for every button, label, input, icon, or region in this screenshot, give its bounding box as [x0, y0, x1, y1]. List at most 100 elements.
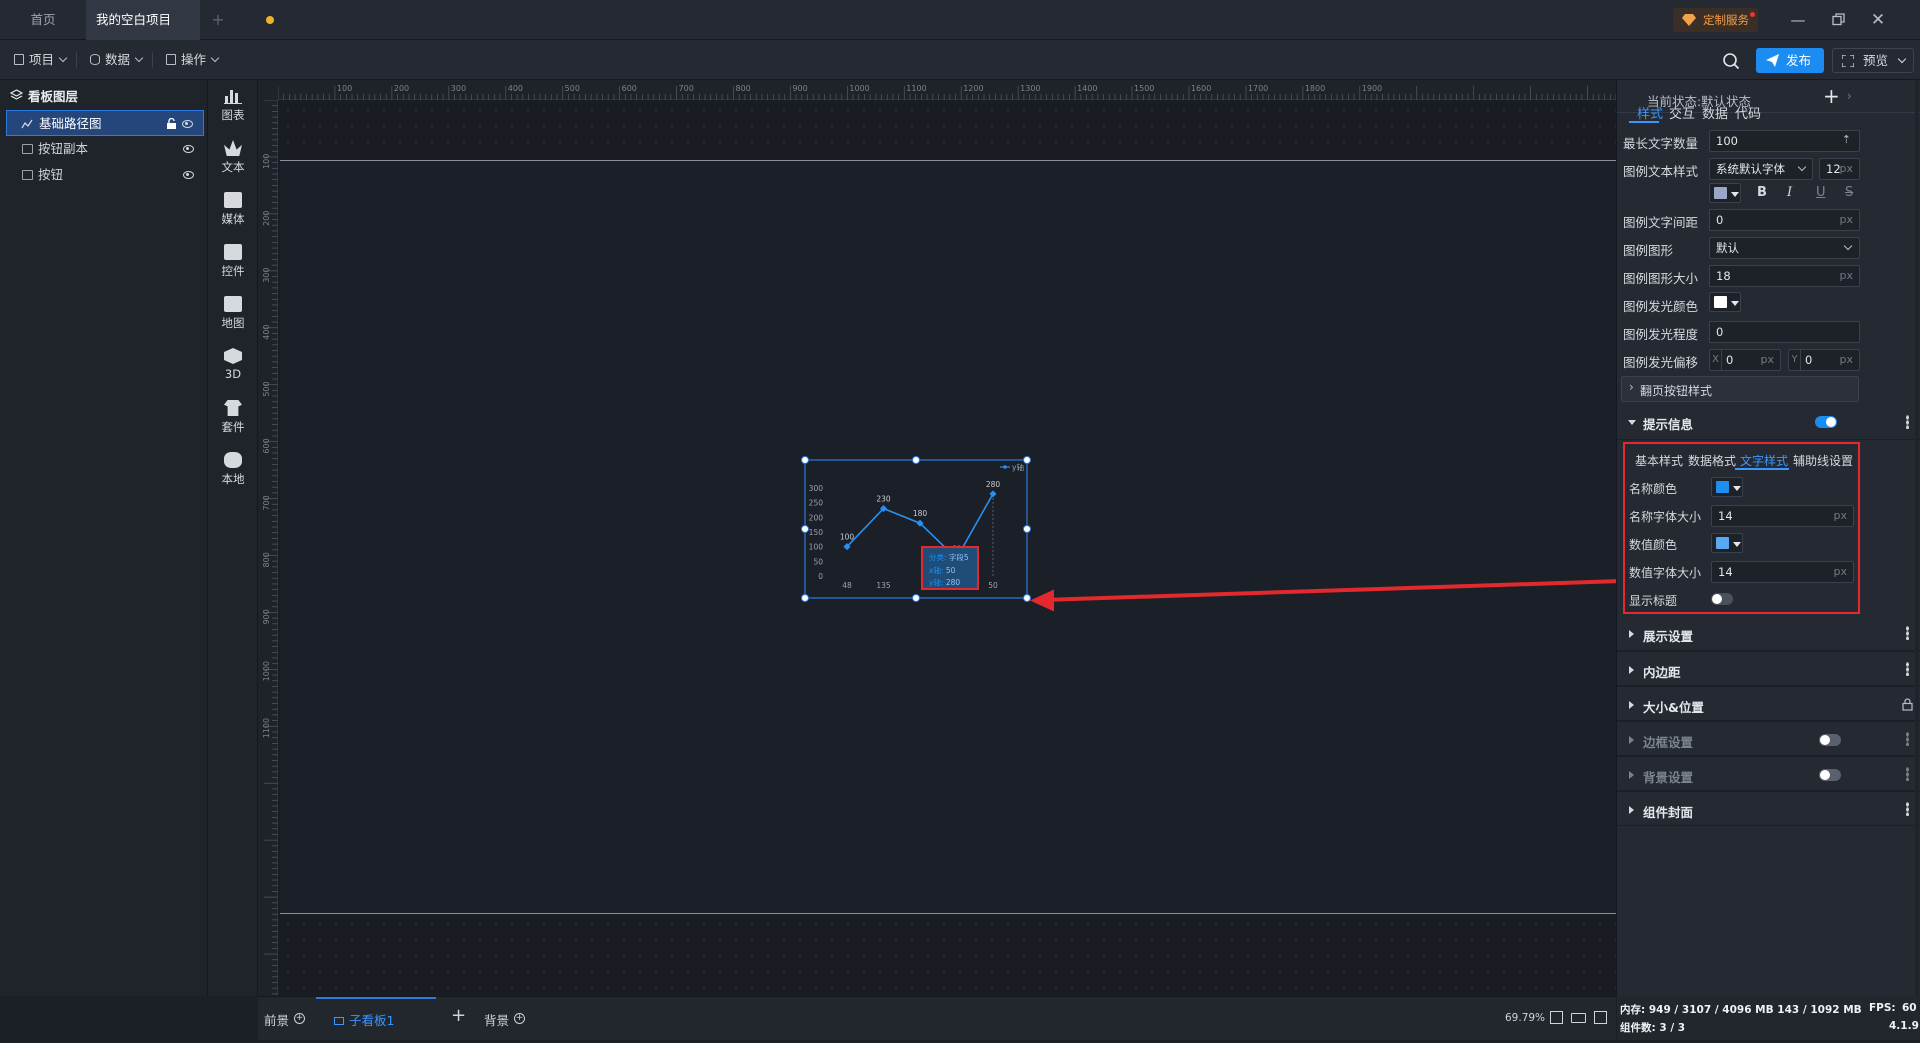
- layer-item-button[interactable]: 按钮: [6, 162, 204, 188]
- eye-icon[interactable]: [183, 171, 194, 179]
- chevron-down-icon[interactable]: [1897, 54, 1907, 64]
- more-icon[interactable]: [1906, 415, 1909, 429]
- tab-interaction[interactable]: 交互: [1669, 103, 1695, 122]
- scrollbar-track[interactable]: [1915, 80, 1919, 996]
- layer-item-line-chart[interactable]: 基础路径图: [6, 110, 204, 136]
- add-circle-icon[interactable]: +: [514, 1013, 526, 1024]
- preview-button[interactable]: 预览: [1832, 48, 1914, 73]
- chevron-right-icon[interactable]: ›: [1847, 89, 1852, 103]
- terminal-icon[interactable]: [1594, 1011, 1607, 1024]
- restore-button[interactable]: [1818, 0, 1858, 40]
- menu-operation[interactable]: 操作: [166, 49, 220, 71]
- add-tab-button[interactable]: +: [208, 0, 228, 40]
- section-background[interactable]: 背景设置: [1617, 756, 1920, 791]
- legend-spacing-input[interactable]: 0 px: [1709, 209, 1860, 231]
- value-color-picker[interactable]: [1711, 533, 1743, 553]
- legend-text-color-picker[interactable]: [1709, 183, 1741, 203]
- close-button[interactable]: ✕: [1858, 0, 1898, 40]
- resize-handle[interactable]: [912, 594, 920, 602]
- add-board-button[interactable]: +: [451, 1005, 466, 1026]
- canvas-area[interactable]: 100 200 300 400 500 600 700 800 900 1000 1100 1200 1…: [258, 80, 1616, 996]
- italic-button[interactable]: I: [1787, 185, 1792, 200]
- tooltip-section-header[interactable]: 提示信息: [1617, 404, 1920, 440]
- section-border[interactable]: 边框设置: [1617, 721, 1920, 756]
- tool-kit[interactable]: 套件: [208, 392, 258, 444]
- fit-screen-icon[interactable]: [1550, 1011, 1563, 1024]
- tab-project[interactable]: 我的空白项目: [86, 0, 274, 40]
- custom-service-button[interactable]: 定制服务: [1673, 8, 1758, 32]
- more-icon[interactable]: [1906, 662, 1909, 676]
- tab-sub-board[interactable]: 子看板1: [316, 997, 436, 1041]
- resize-handle[interactable]: [801, 525, 809, 533]
- eye-icon[interactable]: [183, 145, 194, 153]
- value-font-size-input[interactable]: 14 px: [1711, 561, 1854, 583]
- data-point[interactable]: [989, 490, 997, 498]
- tool-text[interactable]: 文本: [208, 132, 258, 184]
- publish-button[interactable]: 发布: [1756, 48, 1824, 73]
- name-font-size-input[interactable]: 14 px: [1711, 505, 1854, 527]
- bold-button[interactable]: B: [1757, 185, 1767, 200]
- unlock-icon[interactable]: [166, 118, 177, 130]
- strikethrough-button[interactable]: S: [1845, 185, 1853, 200]
- menu-project[interactable]: 项目: [14, 49, 68, 71]
- resize-handle[interactable]: [1023, 456, 1031, 464]
- legend-shape-select[interactable]: 默认: [1709, 237, 1860, 259]
- tab-code[interactable]: 代码: [1735, 103, 1761, 122]
- section-size-position[interactable]: 大小&位置: [1617, 686, 1920, 721]
- glow-offset-x-input[interactable]: X 0 px: [1709, 349, 1781, 371]
- paging-style-section[interactable]: › 翻页按钮样式: [1621, 376, 1859, 402]
- more-icon[interactable]: [1906, 626, 1909, 640]
- tool-map[interactable]: 地图: [208, 288, 258, 340]
- section-display[interactable]: 展示设置: [1617, 616, 1920, 651]
- subtab-text-style[interactable]: 文字样式: [1740, 452, 1788, 469]
- name-color-picker[interactable]: [1711, 477, 1743, 497]
- subtab-guideline[interactable]: 辅助线设置: [1793, 452, 1853, 469]
- keyboard-icon[interactable]: [1571, 1013, 1586, 1023]
- minimize-button[interactable]: —: [1778, 0, 1818, 40]
- glow-offset-y-input[interactable]: Y 0 px: [1788, 349, 1860, 371]
- underline-button[interactable]: U: [1816, 185, 1826, 200]
- resize-handle[interactable]: [912, 456, 920, 464]
- eye-icon[interactable]: [182, 120, 193, 128]
- section-cover[interactable]: 组件封面: [1617, 791, 1920, 826]
- more-icon[interactable]: [1906, 767, 1909, 781]
- tab-style[interactable]: 样式: [1637, 103, 1663, 122]
- add-state-button[interactable]: +: [1823, 84, 1840, 108]
- resize-handle[interactable]: [1023, 525, 1031, 533]
- add-circle-icon[interactable]: +: [294, 1013, 306, 1024]
- legend-shape-size-input[interactable]: 18 px: [1709, 265, 1860, 287]
- subtab-basic[interactable]: 基本样式: [1635, 452, 1683, 469]
- tab-foreground[interactable]: 前景 +: [264, 1010, 306, 1029]
- more-icon[interactable]: [1906, 732, 1909, 746]
- search-button[interactable]: [1720, 50, 1742, 72]
- tool-chart[interactable]: 图表: [208, 80, 258, 132]
- legend-glow-level-input[interactable]: 0: [1709, 321, 1860, 343]
- tab-background[interactable]: 背景 +: [484, 1010, 526, 1029]
- tab-data[interactable]: 数据: [1702, 103, 1728, 122]
- layer-item-button-copy[interactable]: 按钮副本: [6, 136, 204, 162]
- tool-media[interactable]: 媒体: [208, 184, 258, 236]
- tool-local[interactable]: 本地: [208, 444, 258, 496]
- resize-handle[interactable]: [1023, 594, 1031, 602]
- resize-handle[interactable]: [801, 594, 809, 602]
- menu-data[interactable]: 数据: [90, 49, 144, 71]
- lock-icon[interactable]: [1902, 698, 1913, 711]
- subtab-data-format[interactable]: 数据格式: [1688, 452, 1736, 469]
- tool-3d[interactable]: 3D: [208, 340, 258, 392]
- tool-control[interactable]: 控件: [208, 236, 258, 288]
- legend-glow-color-picker[interactable]: [1709, 292, 1741, 312]
- legend-font-select[interactable]: 系统默认字体: [1709, 158, 1813, 180]
- more-icon[interactable]: [1906, 802, 1909, 816]
- max-text-input[interactable]: 100 ⇡: [1709, 130, 1860, 152]
- arrow-up-icon[interactable]: ⇡: [1842, 130, 1851, 150]
- zoom-level[interactable]: 69.79%: [1505, 1012, 1545, 1024]
- show-title-toggle[interactable]: [1711, 593, 1733, 605]
- line-chart[interactable]: 300250200150100500481355010023018060280 …: [801, 456, 1031, 602]
- tooltip-toggle[interactable]: [1815, 416, 1837, 428]
- resize-handle[interactable]: [801, 456, 809, 464]
- legend-font-size-input[interactable]: 12 px: [1819, 158, 1860, 180]
- border-toggle[interactable]: [1819, 734, 1841, 746]
- tab-home[interactable]: 首页: [0, 0, 86, 40]
- section-padding[interactable]: 内边距: [1617, 651, 1920, 686]
- line-chart-component[interactable]: 300250200150100500481355010023018060280 …: [801, 456, 1031, 602]
